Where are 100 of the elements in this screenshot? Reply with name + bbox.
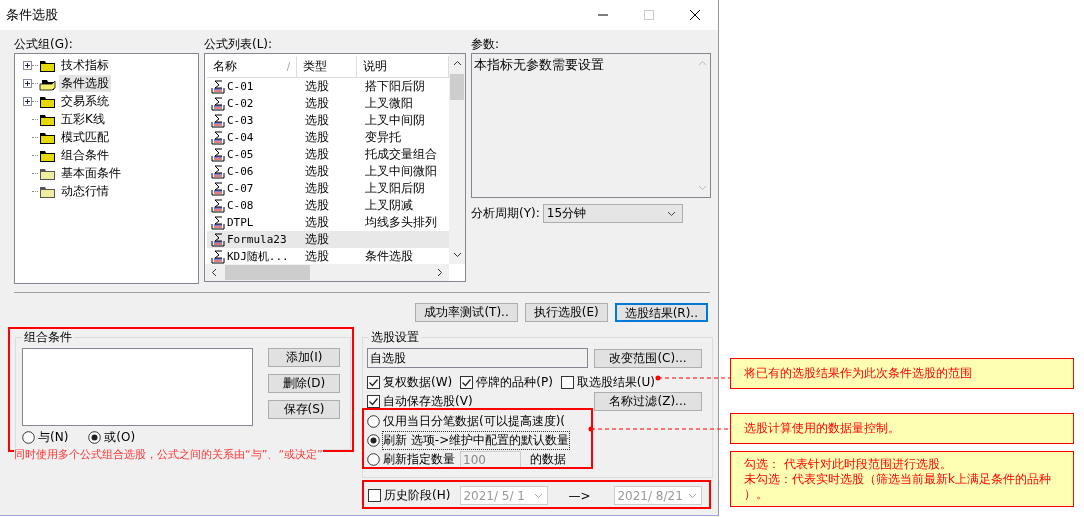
- callout-text: 未勾选：代表实时选股（筛选当前最新k上满足条件的品种: [744, 471, 1052, 487]
- scrollbar-thumb[interactable]: [450, 74, 464, 100]
- scroll-up-icon: [452, 60, 462, 66]
- checkbox[interactable]: [367, 376, 380, 389]
- action-button[interactable]: 添加(I): [268, 348, 340, 367]
- list-row[interactable]: C-02 选股 上叉微阳: [207, 95, 449, 112]
- radio-button[interactable]: [88, 430, 102, 444]
- radio-label[interactable]: 刷新指定数量: [383, 451, 455, 468]
- formula-type: 选股: [304, 231, 330, 248]
- group-title: 选股设置: [369, 329, 421, 346]
- checkbox[interactable]: [560, 376, 574, 389]
- expand-icon[interactable]: [23, 78, 32, 88]
- checkbox-label[interactable]: 历史阶段(H): [384, 487, 451, 504]
- formula-icon: [211, 249, 225, 264]
- list-row[interactable]: C-05 选股 托成交量组合: [207, 146, 449, 163]
- checkbox-label[interactable]: 取选股结果(U): [576, 374, 655, 391]
- parameters-text: 本指标无参数需要设置: [473, 56, 605, 74]
- expand-icon[interactable]: [23, 60, 32, 70]
- formula-name: DTPL: [227, 215, 254, 231]
- formula-description: 上叉微阳: [364, 95, 414, 112]
- window-title: 条件选股: [6, 6, 58, 24]
- formula-name: KDJ随机...: [227, 249, 289, 264]
- checkbox[interactable]: [368, 489, 381, 502]
- tree-item[interactable]: 基本面条件: [59, 164, 123, 182]
- radio-button[interactable]: [367, 415, 380, 428]
- callout-text: 选股计算使用的数据量控制。: [744, 421, 901, 436]
- radio-suffix: 的数据: [530, 451, 566, 468]
- list-row[interactable]: C-08 选股 上叉阴减: [207, 197, 449, 214]
- range-field[interactable]: 自选股: [367, 348, 588, 368]
- formula-icon: [211, 130, 225, 145]
- radio-label[interactable]: 仅用当日分笔数据(可以提高速度)(: [383, 413, 566, 430]
- list-row[interactable]: C-04 选股 变异托: [207, 129, 449, 146]
- scroll-right-icon: [437, 268, 443, 277]
- formula-name: C-04: [227, 130, 254, 146]
- checkbox-label[interactable]: 停牌的品种(P): [476, 374, 553, 391]
- list-row[interactable]: Formula23 选股: [207, 231, 449, 248]
- expand-icon[interactable]: [23, 96, 32, 106]
- formula-description: 上叉中间阴: [364, 112, 426, 129]
- horizontal-scrollbar[interactable]: [205, 264, 449, 281]
- checkbox[interactable]: [367, 395, 380, 408]
- tree-item[interactable]: 模式匹配: [59, 128, 111, 146]
- checkbox-label[interactable]: 复权数据(W): [383, 374, 453, 391]
- action-button[interactable]: 保存(S): [268, 400, 340, 419]
- condition-list[interactable]: [22, 348, 253, 426]
- tree-item[interactable]: 组合条件: [59, 146, 111, 164]
- list-row[interactable]: C-01 选股 搭下阳后阴: [207, 78, 449, 95]
- group-label: 公式组(G):: [14, 36, 74, 53]
- formula-icon: [211, 147, 225, 162]
- radio-button[interactable]: [367, 434, 380, 447]
- action-button[interactable]: 成功率测试(T)..: [415, 303, 518, 322]
- dropdown-icon: [666, 210, 676, 217]
- formula-name: C-02: [227, 96, 254, 112]
- formula-name: C-05: [227, 147, 254, 163]
- formula-description: 上叉中间微阳: [364, 163, 438, 180]
- change-range-button[interactable]: 改变范围(C)...: [594, 348, 702, 368]
- callout-text: 勾选： 代表针对此时段范围进行选股。: [744, 456, 953, 472]
- period-dropdown[interactable]: 15分钟: [542, 204, 683, 223]
- radio-button[interactable]: [367, 453, 380, 466]
- vertical-scrollbar[interactable]: [449, 54, 465, 264]
- action-button[interactable]: 执行选股(E): [524, 303, 608, 322]
- tree-item[interactable]: 条件选股: [59, 74, 111, 92]
- list-row[interactable]: C-06 选股 上叉中间微阳: [207, 163, 449, 180]
- name-filter-button[interactable]: 名称过滤(Z)...: [594, 392, 702, 411]
- maximize-icon: [644, 10, 654, 20]
- tree-item[interactable]: 技术指标: [59, 56, 111, 74]
- formula-icon: [211, 113, 225, 128]
- scrollbar-thumb[interactable]: [225, 265, 310, 280]
- list-row[interactable]: KDJ随机... 选股 条件选股: [207, 248, 449, 264]
- dropdown-icon: [688, 492, 698, 499]
- formula-icon: [211, 164, 225, 179]
- formula-description: 均线多头排列: [364, 214, 438, 231]
- formula-name: C-07: [227, 181, 254, 197]
- scroll-up-icon: [697, 60, 707, 66]
- tree-item[interactable]: 交易系统: [59, 92, 111, 110]
- formula-icon: [211, 198, 225, 213]
- radio-label[interactable]: 与(N): [38, 428, 69, 446]
- checkbox-label[interactable]: 自动保存选股(V): [383, 393, 473, 410]
- list-row[interactable]: C-03 选股 上叉中间阴: [207, 112, 449, 129]
- radio-label[interactable]: 刷新 选项->维护中配置的默认数量: [383, 432, 570, 449]
- tree-item[interactable]: 动态行情: [59, 182, 111, 200]
- column-header[interactable]: 名称 /: [207, 56, 297, 77]
- action-button[interactable]: 选股结果(R)..: [614, 303, 708, 322]
- radio-label[interactable]: 或(O): [104, 428, 136, 446]
- dropdown-icon: [534, 492, 544, 499]
- close-icon: [690, 10, 700, 20]
- radio-button[interactable]: [22, 430, 35, 444]
- period-label: 分析周期(Y):: [471, 205, 540, 222]
- formula-type: 选股: [304, 78, 330, 95]
- formula-description: 上叉阳后阴: [364, 180, 426, 197]
- formula-name: C-01: [227, 79, 254, 95]
- list-row[interactable]: C-07 选股 上叉阳后阴: [207, 180, 449, 197]
- formula-type: 选股: [304, 112, 330, 129]
- column-header[interactable]: 类型: [297, 56, 357, 77]
- tree-item[interactable]: 五彩K线: [59, 110, 107, 128]
- action-button[interactable]: 删除(D): [268, 374, 340, 393]
- formula-description: 搭下阳后阴: [364, 78, 426, 95]
- formula-type: 选股: [304, 129, 330, 146]
- checkbox[interactable]: [460, 376, 474, 389]
- annotation-caption: 同时使用多个公式组合选股，公式之间的关系由“与”、“或决定”: [14, 448, 323, 461]
- list-row[interactable]: DTPL 选股 均线多头排列: [207, 214, 449, 231]
